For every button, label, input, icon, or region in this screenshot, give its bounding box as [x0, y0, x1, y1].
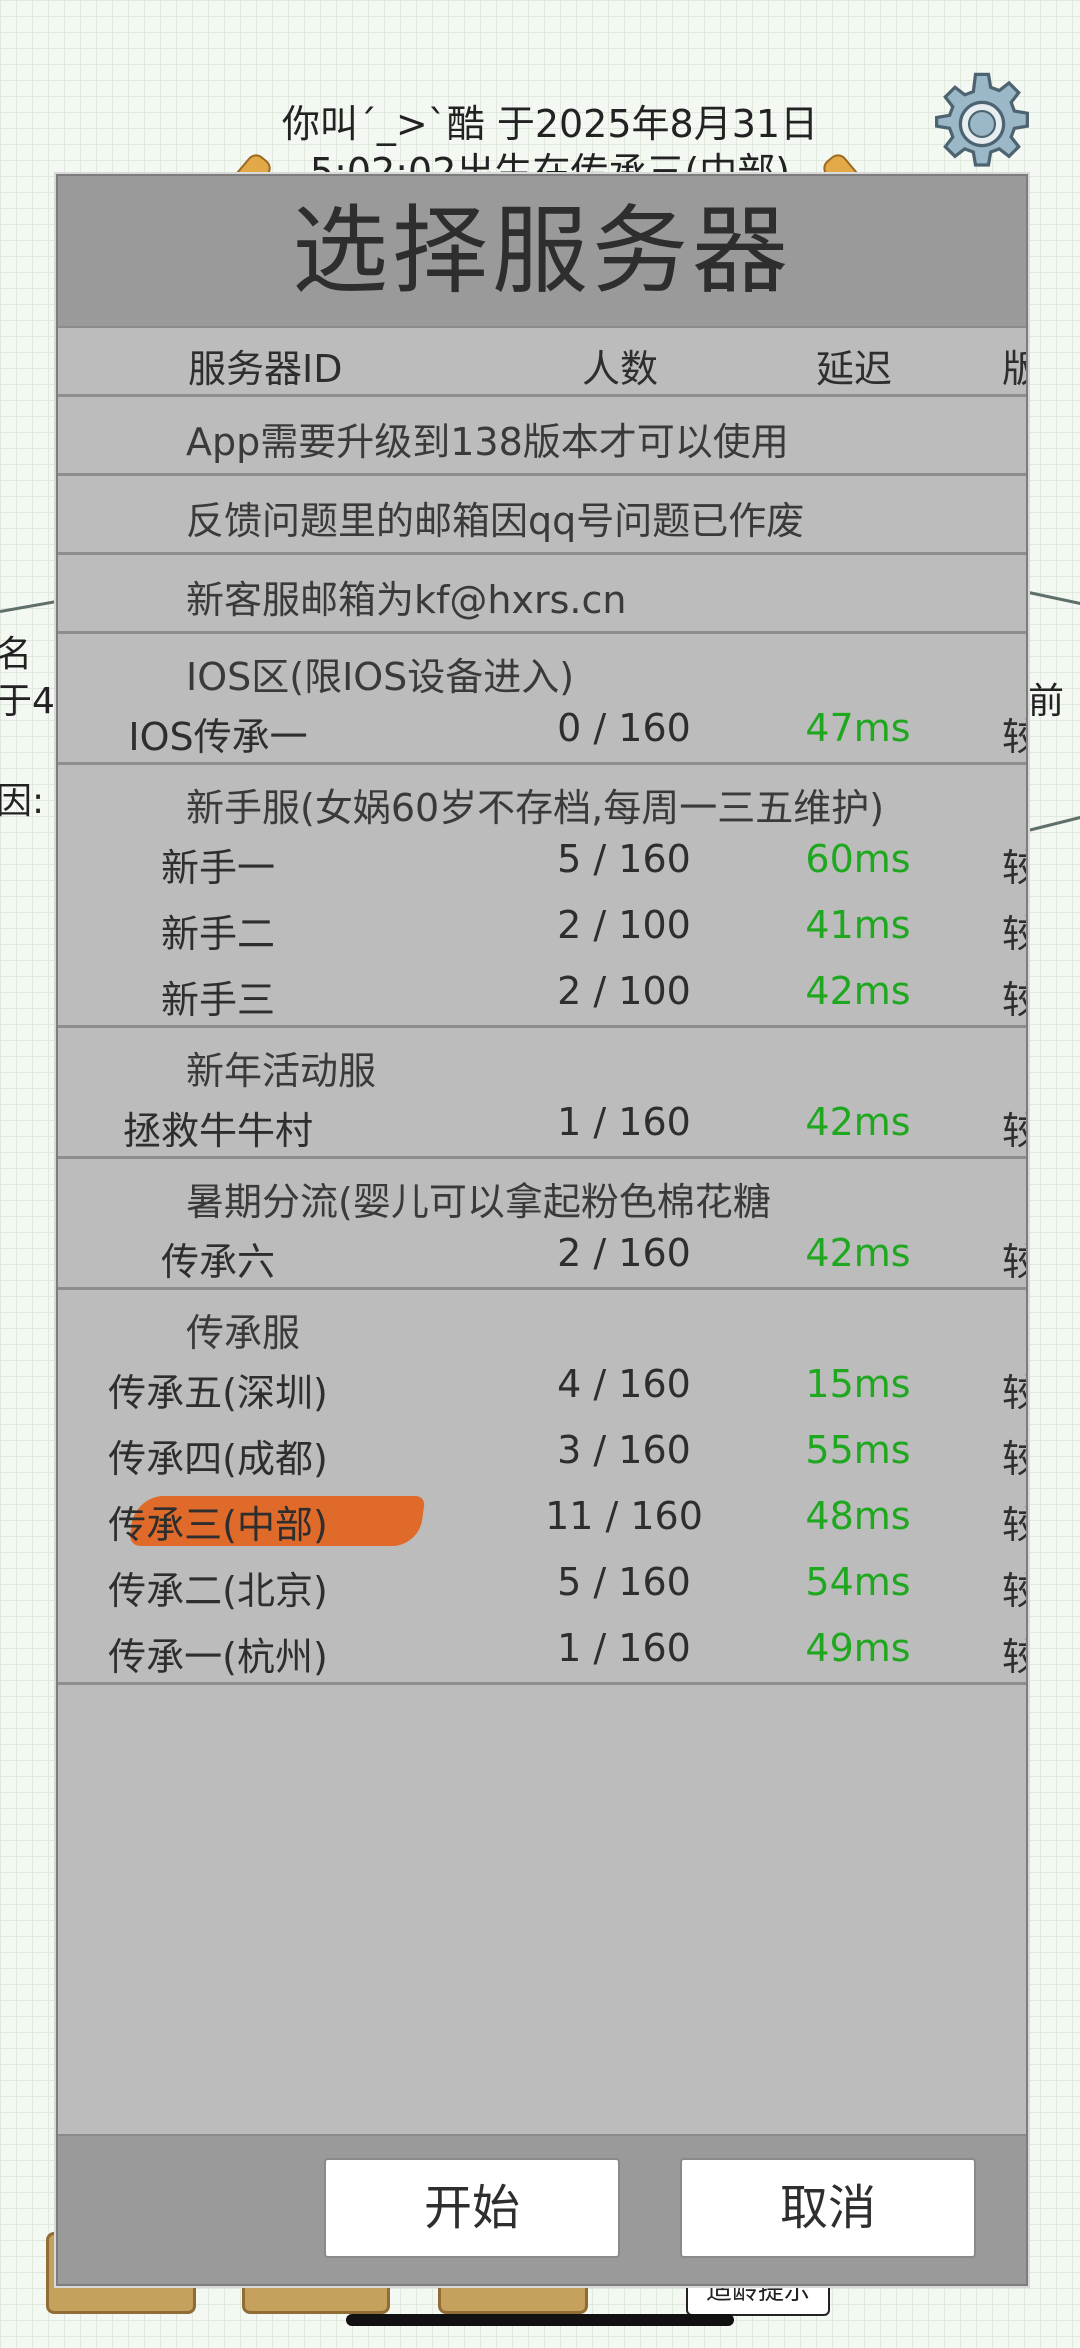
birth-notice-line2: 5:02:02出生在传承三(中部) [309, 150, 791, 172]
notice-row: 新客服邮箱为kf@hxrs.cn [58, 555, 1026, 634]
server-row[interactable]: 拯救牛牛村 1 / 160 42ms 较 [58, 1090, 1026, 1156]
server-ping: 60ms [805, 837, 911, 881]
server-section: 暑期分流(婴儿可以拿起粉色棉花糖 传承六 2 / 160 42ms 较 [58, 1159, 1026, 1290]
server-name: 传承一(杭州) [108, 1635, 328, 1679]
server-count: 11 / 160 [545, 1494, 703, 1538]
server-section: 传承服 传承五(深圳) 4 / 160 15ms 较 传承四(成都) 3 / 1… [58, 1290, 1026, 1685]
server-name: 新手三 [160, 978, 275, 1022]
side-text: 因: [0, 781, 45, 822]
server-count: 2 / 100 [557, 969, 691, 1013]
notice-text: App需要升级到138版本才可以使用 [186, 420, 789, 464]
server-status: 较 [1002, 1503, 1026, 1547]
server-list[interactable]: 服务器ID 人数 延迟 版 App需要升级到138版本才可以使用 反馈问题里的邮… [58, 328, 1026, 1685]
section-title: 传承服 [58, 1290, 1026, 1355]
server-count: 2 / 160 [557, 1231, 691, 1275]
server-ping: 41ms [805, 903, 911, 947]
server-row[interactable]: 新手三 2 / 100 42ms 较 [58, 959, 1026, 1025]
notice-row: 反馈问题里的邮箱因qq号问题已作废 [58, 476, 1026, 555]
server-name: 拯救牛牛村 [122, 1109, 313, 1153]
server-name: 传承三(中部) [108, 1503, 328, 1547]
server-ping: 42ms [805, 1100, 911, 1144]
dialog-footer: 开始 取消 [58, 2134, 1026, 2284]
server-status: 较 [1002, 1109, 1026, 1153]
server-row[interactable]: 传承四(成都) 3 / 160 55ms 较 [58, 1418, 1026, 1484]
section-title-text: 传承服 [186, 1311, 301, 1355]
server-status: 较 [1002, 715, 1026, 759]
section-title-text: IOS区(限IOS设备进入) [186, 655, 575, 699]
server-count: 2 / 100 [557, 903, 691, 947]
server-count: 5 / 160 [557, 837, 691, 881]
server-name: 传承五(深圳) [108, 1371, 328, 1415]
server-row[interactable]: 传承二(北京) 5 / 160 54ms 较 [58, 1550, 1026, 1616]
server-name: 传承四(成都) [108, 1437, 328, 1481]
server-ping: 49ms [805, 1626, 911, 1670]
section-title-text: 新手服(女娲60岁不存档,每周一三五维护) [186, 786, 885, 830]
section-title-text: 新年活动服 [186, 1049, 377, 1093]
bg-line [1023, 815, 1080, 833]
section-title: 新手服(女娲60岁不存档,每周一三五维护) [58, 765, 1026, 830]
birth-notice-line1: 你叫´_>`酷 于2025年8月31日 [281, 102, 819, 146]
section-title: IOS区(限IOS设备进入) [58, 634, 1026, 699]
server-row[interactable]: 传承六 2 / 160 42ms 较 [58, 1221, 1026, 1287]
column-header: 服务器ID 人数 延迟 版 [58, 328, 1026, 397]
col-version: 版 [1002, 347, 1026, 391]
server-row[interactable]: 新手二 2 / 100 41ms 较 [58, 893, 1026, 959]
server-count: 1 / 160 [557, 1626, 691, 1670]
cancel-button[interactable]: 取消 [680, 2158, 976, 2258]
col-player-count: 人数 [582, 347, 659, 391]
section-title: 新年活动服 [58, 1028, 1026, 1093]
col-server-id: 服务器ID [188, 347, 343, 391]
server-status: 较 [1002, 1569, 1026, 1613]
server-row[interactable]: 新手一 5 / 160 60ms 较 [58, 827, 1026, 893]
server-count: 3 / 160 [557, 1428, 691, 1472]
home-indicator[interactable] [346, 2314, 734, 2326]
server-row[interactable]: 传承五(深圳) 4 / 160 15ms 较 [58, 1352, 1026, 1418]
dialog-title: 选择服务器 [58, 176, 1026, 328]
side-text: 于4 [0, 681, 55, 722]
server-name: 传承二(北京) [108, 1569, 328, 1613]
server-section: IOS区(限IOS设备进入) IOS传承一 0 / 160 47ms 较 [58, 634, 1026, 765]
side-text-right: 前 [1028, 681, 1065, 722]
server-name: 新手二 [160, 912, 275, 956]
server-name: 传承六 [160, 1240, 275, 1284]
birth-notice: 你叫´_>`酷 于2025年8月31日 5:02:02出生在传承三(中部) [250, 100, 850, 172]
server-status: 较 [1002, 1371, 1026, 1415]
side-text: 名 [0, 634, 33, 675]
server-section: 新手服(女娲60岁不存档,每周一三五维护) 新手一 5 / 160 60ms 较… [58, 765, 1026, 1028]
server-row[interactable]: 传承一(杭州) 1 / 160 49ms 较 [58, 1616, 1026, 1682]
bg-line [1023, 590, 1080, 606]
server-ping: 54ms [805, 1560, 911, 1604]
server-status: 较 [1002, 1635, 1026, 1679]
server-name: IOS传承一 [128, 715, 308, 759]
server-select-dialog: 选择服务器 服务器ID 人数 延迟 版 App需要升级到138版本才可以使用 反… [56, 174, 1028, 2286]
server-status: 较 [1002, 912, 1026, 956]
server-ping: 15ms [805, 1362, 911, 1406]
server-status: 较 [1002, 1240, 1026, 1284]
settings-gear-icon[interactable] [928, 70, 1036, 178]
server-count: 1 / 160 [557, 1100, 691, 1144]
server-row[interactable]: IOS传承一 0 / 160 47ms 较 [58, 696, 1026, 762]
section-title: 暑期分流(婴儿可以拿起粉色棉花糖 [58, 1159, 1026, 1224]
notice-row: App需要升级到138版本才可以使用 [58, 397, 1026, 476]
section-title-text: 暑期分流(婴儿可以拿起粉色棉花糖 [186, 1180, 771, 1224]
start-button[interactable]: 开始 [324, 2158, 620, 2258]
server-ping: 47ms [805, 706, 911, 750]
server-name: 新手一 [160, 846, 275, 890]
notice-text: 反馈问题里的邮箱因qq号问题已作废 [186, 499, 805, 543]
server-count: 4 / 160 [557, 1362, 691, 1406]
server-status: 较 [1002, 846, 1026, 890]
server-count: 0 / 160 [557, 706, 691, 750]
server-row-selected[interactable]: 传承三(中部) 11 / 160 48ms 较 [58, 1484, 1026, 1550]
col-latency: 延迟 [816, 347, 893, 391]
server-section: 新年活动服 拯救牛牛村 1 / 160 42ms 较 [58, 1028, 1026, 1159]
server-ping: 48ms [805, 1494, 911, 1538]
server-status: 较 [1002, 978, 1026, 1022]
server-ping: 55ms [805, 1428, 911, 1472]
server-ping: 42ms [805, 969, 911, 1013]
server-ping: 42ms [805, 1231, 911, 1275]
server-count: 5 / 160 [557, 1560, 691, 1604]
server-status: 较 [1002, 1437, 1026, 1481]
notice-text: 新客服邮箱为kf@hxrs.cn [186, 578, 627, 622]
